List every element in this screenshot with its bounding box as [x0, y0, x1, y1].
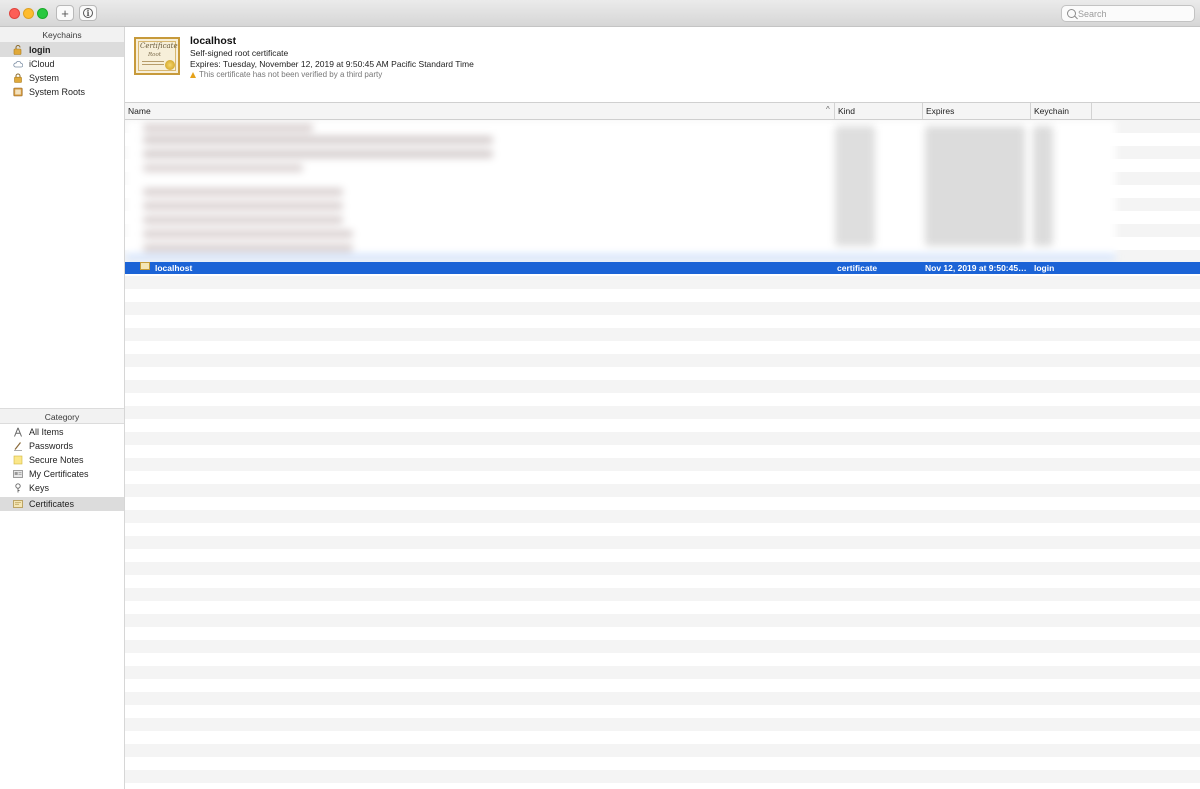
sidebar-item-label: login [29, 45, 51, 55]
window-toolbar: + i [0, 0, 1200, 27]
sidebar-item-certificates[interactable]: Certificates [0, 497, 124, 511]
row-stripe [125, 562, 1200, 575]
note-icon [13, 455, 23, 465]
add-item-button[interactable]: + [56, 5, 74, 21]
table-header: Name ^ Kind Expires Keychain [125, 103, 1200, 120]
get-info-button[interactable]: i [79, 5, 97, 21]
table-row-selected[interactable]: localhost certificate Nov 12, 2019 at 9:… [125, 262, 1200, 274]
certificate-summary: Certificate Root localhost Self-signed r… [125, 27, 1200, 103]
sidebar-item-all-items[interactable]: All Items [0, 425, 124, 439]
sidebar-item-label: Keys [29, 483, 50, 493]
category-header: Category [0, 408, 124, 424]
column-header-label: Kind [838, 106, 856, 116]
search-field[interactable] [1061, 5, 1195, 22]
close-window-button[interactable] [9, 8, 20, 19]
zoom-window-button[interactable] [37, 8, 48, 19]
certificate-icon [140, 262, 150, 270]
sidebar-item-keys[interactable]: Keys [0, 481, 124, 495]
certificate-type: Self-signed root certificate [190, 48, 289, 58]
row-stripe [125, 588, 1200, 601]
row-kind: certificate [837, 263, 878, 273]
id-card-icon [13, 470, 23, 478]
sidebar: Keychains login iCloud System System Roo… [0, 27, 125, 789]
sidebar-item-system[interactable]: System [0, 71, 124, 85]
row-stripe [125, 406, 1200, 419]
column-header-label: Keychain [1034, 106, 1069, 116]
row-stripe [125, 302, 1200, 315]
key-icon [15, 483, 21, 493]
row-stripe [125, 770, 1200, 783]
row-expires: Nov 12, 2019 at 9:50:45… [925, 263, 1027, 273]
cabinet-icon [13, 87, 23, 97]
search-input[interactable] [1078, 7, 1190, 20]
lock-icon [14, 73, 22, 83]
column-header-name[interactable]: Name [125, 103, 835, 119]
sidebar-item-label: My Certificates [29, 469, 89, 479]
column-header-kind[interactable]: Kind [835, 103, 923, 119]
keychains-header: Keychains [0, 27, 124, 43]
row-stripe [125, 614, 1200, 627]
column-header-label: Expires [926, 106, 955, 116]
sidebar-item-label: Passwords [29, 441, 74, 451]
column-header-label: Name [128, 106, 151, 116]
row-stripe [125, 432, 1200, 445]
column-header-keychain[interactable]: Keychain [1031, 103, 1092, 119]
row-stripe [125, 718, 1200, 731]
search-icon [1067, 9, 1076, 18]
certificate-warning-text: This certificate has not been verified b… [199, 70, 383, 79]
redacted-rows [125, 120, 1116, 261]
sidebar-item-label: Secure Notes [29, 455, 84, 465]
sort-ascending-icon: ^ [826, 105, 830, 114]
certificate-warning: This certificate has not been verified b… [190, 70, 382, 79]
row-keychain: login [1034, 263, 1055, 273]
certificate-expiry: Expires: Tuesday, November 12, 2019 at 9… [190, 59, 474, 69]
row-stripe [125, 666, 1200, 679]
info-icon: i [83, 8, 93, 18]
certificate-icon: Certificate Root [134, 37, 180, 75]
row-stripe [125, 484, 1200, 497]
column-header-expires[interactable]: Expires [923, 103, 1031, 119]
row-stripe [125, 692, 1200, 705]
row-stripe [125, 744, 1200, 757]
row-stripe [125, 276, 1200, 289]
lock-open-icon [13, 45, 22, 55]
row-name: localhost [155, 263, 193, 273]
sidebar-item-label: All Items [29, 427, 64, 437]
certificate-icon [13, 500, 23, 508]
certificate-title: localhost [190, 35, 237, 47]
sidebar-item-label: Certificates [29, 499, 75, 509]
sidebar-item-passwords[interactable]: Passwords [0, 439, 124, 453]
row-stripe [125, 458, 1200, 471]
plus-icon: + [61, 5, 69, 21]
sidebar-item-my-certificates[interactable]: My Certificates [0, 467, 124, 481]
certificate-list[interactable]: localhost certificate Nov 12, 2019 at 9:… [125, 120, 1200, 789]
sidebar-item-icloud[interactable]: iCloud [0, 57, 124, 71]
sidebar-item-login[interactable]: login [0, 43, 124, 57]
sidebar-item-label: iCloud [29, 59, 55, 69]
sidebar-item-secure-notes[interactable]: Secure Notes [0, 453, 124, 467]
sidebar-item-label: System Roots [29, 87, 86, 97]
sidebar-item-system-roots[interactable]: System Roots [0, 85, 124, 99]
row-stripe [125, 510, 1200, 523]
minimize-window-button[interactable] [23, 8, 34, 19]
row-stripe [125, 380, 1200, 393]
warning-icon [190, 72, 196, 78]
row-stripe [125, 354, 1200, 367]
row-stripe [125, 328, 1200, 341]
row-stripe [125, 640, 1200, 653]
all-items-icon [14, 427, 22, 437]
sidebar-item-label: System [29, 73, 60, 83]
row-stripe [125, 536, 1200, 549]
cloud-icon [13, 60, 23, 68]
pen-icon [14, 442, 22, 451]
